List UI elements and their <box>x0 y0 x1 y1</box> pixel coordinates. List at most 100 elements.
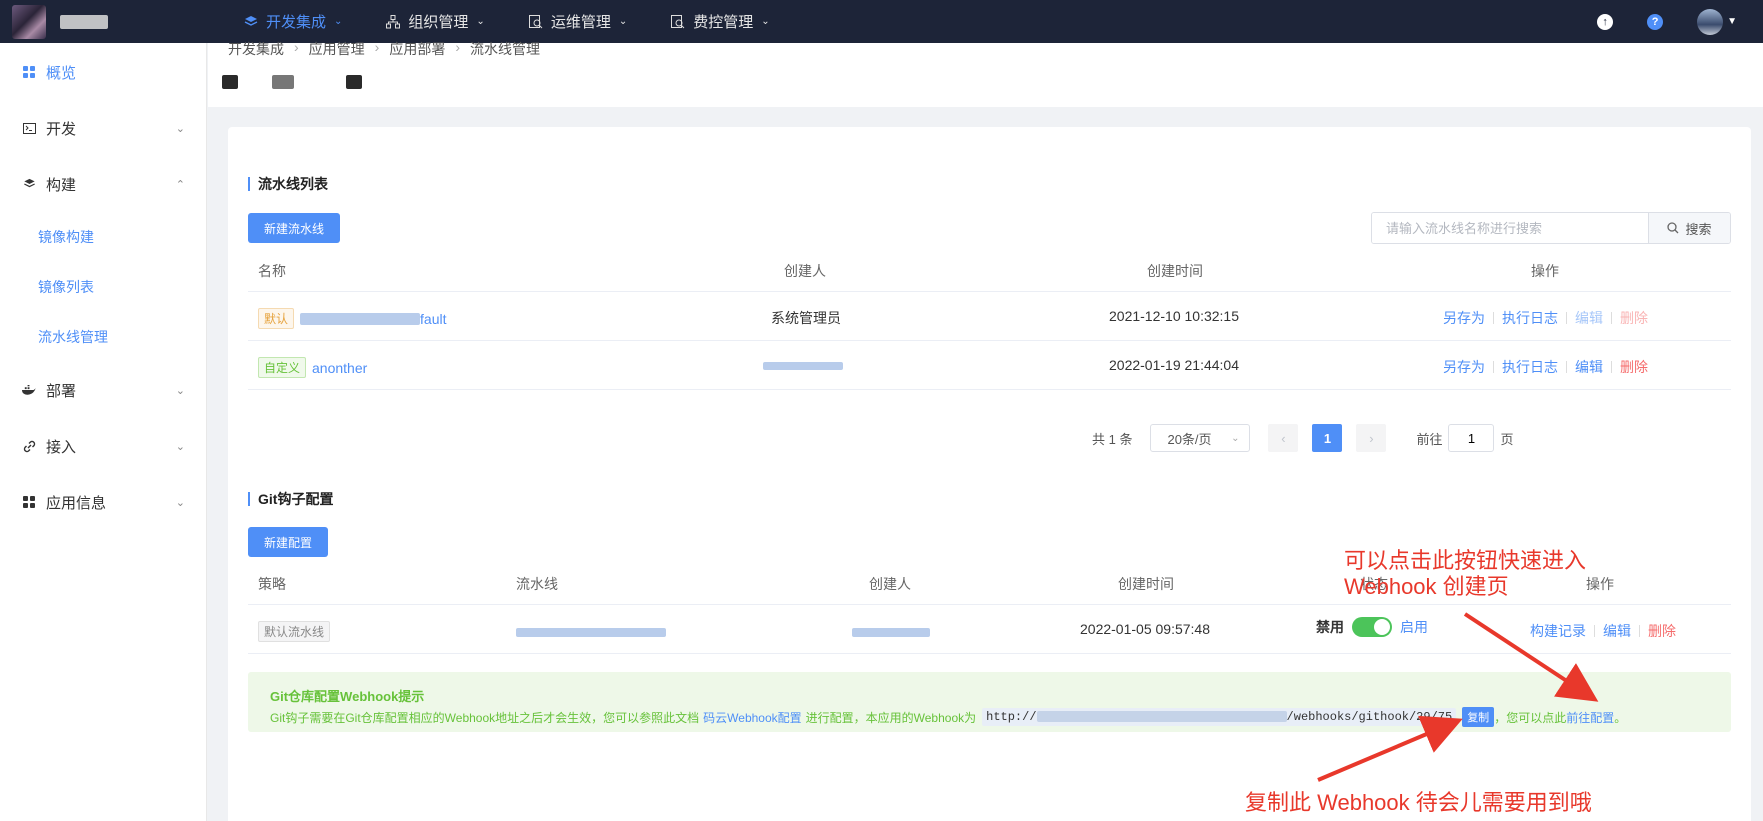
chevron-up-icon: ⌃ <box>175 178 185 191</box>
created-cell: 2021-12-10 10:32:15 <box>1109 308 1239 324</box>
chevron-down-icon: ⌄ <box>175 496 185 509</box>
copy-button[interactable]: 复制 <box>1462 707 1495 727</box>
sidebar-item-dev[interactable]: 开发 ⌄ <box>0 108 207 148</box>
sidebar-sub-image-list[interactable]: 镜像列表 <box>38 277 94 297</box>
build-records-button[interactable]: 构建记录 <box>1530 621 1586 641</box>
pipeline-name-suffix: fault <box>420 310 447 327</box>
custom-tag: 自定义 <box>258 357 307 378</box>
alert-body: Git钩子需要在Git仓库配置相应的Webhook地址之后才会生效，您可以参照此… <box>270 707 1626 727</box>
next-page-button[interactable]: › <box>1356 424 1387 452</box>
save-as-button[interactable]: 另存为 <box>1443 357 1485 377</box>
created-cell: 2022-01-05 09:57:48 <box>1080 621 1210 637</box>
webhook-url-suffix: /webhooks/githook/29/75 <box>1286 710 1453 724</box>
git-hook-title: Git钩子配置 <box>248 492 333 506</box>
help-icon[interactable]: ? <box>1647 13 1664 30</box>
sidebar-item-access[interactable]: 接入 ⌄ <box>0 426 207 466</box>
search-button[interactable]: 搜索 <box>1648 213 1730 243</box>
creator-cell <box>852 623 930 639</box>
sidebar-item-label: 接入 <box>46 438 77 456</box>
annotation-goto-config: 可以点击此按钮快速进入 Webhook 创建页 <box>1344 548 1586 600</box>
breadcrumb-item[interactable]: 应用部署 <box>389 39 445 59</box>
app-logo[interactable] <box>12 4 46 39</box>
topnav-label: 组织管理 <box>408 14 469 31</box>
pipeline-search: 搜索 <box>1371 212 1731 244</box>
topnav-cost-management[interactable]: 费控管理 ⌄ <box>657 0 783 43</box>
topnav-org-management[interactable]: 组织管理 ⌄ <box>372 0 498 43</box>
edit-button[interactable]: 编辑 <box>1575 357 1603 377</box>
status-on-label: 启用 <box>1400 619 1428 635</box>
goto-label: 前往 <box>1416 431 1443 447</box>
exec-logs-button[interactable]: 执行日志 <box>1502 357 1558 377</box>
table-row: 自定义 anonther <box>258 357 367 378</box>
breadcrumb-item: 流水线管理 <box>470 41 541 57</box>
goto-unit: 页 <box>1500 431 1514 447</box>
top-bar: 开发集成 ⌄ 组织管理 ⌄ 运维管理 ⌄ 费控管理 ⌄ ↑ ? ▼ <box>0 0 1763 43</box>
sidebar-item-label: 开发 <box>46 120 77 138</box>
breadcrumb-item[interactable]: 应用管理 <box>309 39 365 59</box>
doc-link[interactable]: 码云Webhook配置 <box>703 709 801 726</box>
creator-cell <box>763 357 843 373</box>
chevron-down-icon: ⌄ <box>1231 432 1240 444</box>
page-size-select[interactable]: 20条/页 ⌄ <box>1150 424 1251 452</box>
alert-title: Git仓库配置Webhook提示 <box>270 689 425 704</box>
link-icon <box>22 439 36 453</box>
pipeline-name-link[interactable]: anonther <box>312 360 367 376</box>
pagination: 共 1 条 20条/页 ⌄ ‹ 1 › 前往 页 <box>1092 424 1514 452</box>
chevron-down-icon: ⌄ <box>761 16 770 27</box>
status-cell: 禁用 启用 <box>1316 617 1428 637</box>
delete-button[interactable]: 删除 <box>1648 621 1676 641</box>
topnav-label: 费控管理 <box>693 14 754 31</box>
upload-icon[interactable]: ↑ <box>1597 13 1614 30</box>
alert-text: Git钩子需要在Git仓库配置相应的Webhook地址之后才会生效，您可以参照此… <box>270 710 700 725</box>
sidebar-sub-image-build[interactable]: 镜像构建 <box>38 227 94 247</box>
webhook-url: http:// /webhooks/githook/29/75 <box>982 708 1457 726</box>
grid-icon <box>22 495 36 509</box>
cost-search-icon <box>671 14 685 28</box>
pipeline-name-link[interactable]: fault <box>300 311 446 327</box>
sidebar: 概览 开发 ⌄ 构建 ⌃ 镜像构建 镜像列表 流水线管理 部署 ⌄ 接入 ⌄ 应… <box>0 43 207 821</box>
annotation-line: Webhook 创建页 <box>1344 574 1509 599</box>
docker-icon <box>22 383 36 397</box>
pipeline-list-title: 流水线列表 <box>248 177 328 191</box>
new-config-button[interactable]: 新建配置 <box>248 527 328 557</box>
edit-button[interactable]: 编辑 <box>1575 308 1603 328</box>
delete-button[interactable]: 删除 <box>1620 308 1648 328</box>
edit-button[interactable]: 编辑 <box>1603 621 1631 641</box>
sidebar-item-overview[interactable]: 概览 <box>0 52 207 92</box>
sidebar-item-label: 概览 <box>46 64 77 82</box>
goto-page-input[interactable] <box>1448 424 1495 452</box>
sidebar-item-deploy[interactable]: 部署 ⌄ <box>0 370 207 410</box>
delete-button[interactable]: 删除 <box>1620 357 1648 377</box>
col-creator: 创建人 <box>869 576 911 592</box>
page-number[interactable]: 1 <box>1312 424 1343 452</box>
webhook-tip-alert: Git仓库配置Webhook提示 Git钩子需要在Git仓库配置相应的Webho… <box>248 672 1731 732</box>
sidebar-sub-pipeline-management[interactable]: 流水线管理 <box>38 327 108 347</box>
row-actions: 构建记录 编辑 删除 <box>1530 621 1676 641</box>
search-icon <box>1667 222 1679 234</box>
exec-logs-button[interactable]: 执行日志 <box>1502 308 1558 328</box>
save-as-button[interactable]: 另存为 <box>1443 308 1485 328</box>
avatar[interactable] <box>1697 8 1724 35</box>
divider <box>248 653 1731 654</box>
sidebar-item-build[interactable]: 构建 ⌃ <box>0 164 207 204</box>
status-toggle[interactable] <box>1352 617 1392 637</box>
breadcrumb-item[interactable]: 开发集成 <box>228 39 284 59</box>
brand-name-redacted <box>60 14 108 29</box>
user-menu[interactable]: ▼ <box>1697 8 1737 35</box>
col-creator: 创建人 <box>784 263 826 279</box>
col-pipeline: 流水线 <box>516 576 558 592</box>
created-cell: 2022-01-19 21:44:04 <box>1109 357 1239 373</box>
search-input[interactable] <box>1372 213 1648 243</box>
goto-config-link[interactable]: 前往配置 <box>1566 709 1614 726</box>
sidebar-item-app-info[interactable]: 应用信息 ⌄ <box>0 482 207 522</box>
new-pipeline-button[interactable]: 新建流水线 <box>248 213 340 243</box>
prev-page-button[interactable]: ‹ <box>1268 424 1299 452</box>
table-row: 默认流水线 <box>258 621 336 642</box>
topnav-ops-management[interactable]: 运维管理 ⌄ <box>515 0 641 43</box>
pipeline-link[interactable] <box>516 623 666 639</box>
search-button-label: 搜索 <box>1685 221 1712 237</box>
main-card: 流水线列表 新建流水线 搜索 名称 创建人 创建时间 操作 默认 fault 系… <box>228 127 1751 821</box>
topnav-dev-integration[interactable]: 开发集成 ⌄ <box>230 0 356 43</box>
caret-down-icon: ▼ <box>1727 16 1737 27</box>
total-count: 共 1 条 <box>1092 431 1133 447</box>
